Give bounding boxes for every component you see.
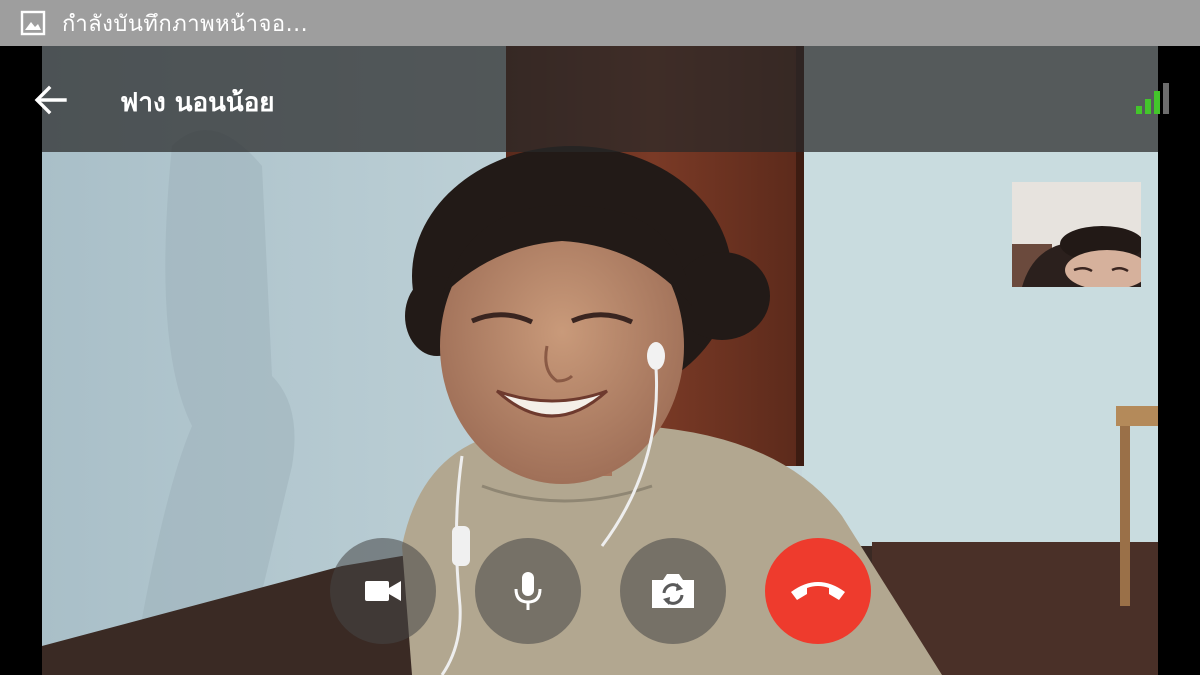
back-button[interactable] xyxy=(28,80,72,120)
phone-hangup-icon xyxy=(791,582,845,600)
image-icon xyxy=(20,10,46,36)
arrow-back-icon xyxy=(34,85,67,115)
mute-button[interactable] xyxy=(475,538,581,644)
videocam-icon xyxy=(365,581,401,601)
video-call-screen: กำลังบันทึกภาพหน้าจอ... ฟาง นอนน้อย xyxy=(0,0,1200,675)
contact-name: ฟาง นอนน้อย xyxy=(120,88,275,118)
camera-toggle-button[interactable] xyxy=(330,538,436,644)
end-call-button[interactable] xyxy=(765,538,871,644)
self-video-preview[interactable] xyxy=(1012,182,1141,287)
call-controls xyxy=(0,538,1200,644)
self-preview-image xyxy=(1012,182,1141,287)
camera-switch-icon xyxy=(652,574,694,608)
call-header: ฟาง นอนน้อย xyxy=(0,46,1200,152)
switch-camera-button[interactable] xyxy=(620,538,726,644)
microphone-icon xyxy=(514,572,542,610)
screenshot-status-text: กำลังบันทึกภาพหน้าจอ... xyxy=(62,11,309,37)
notification-bar: กำลังบันทึกภาพหน้าจอ... xyxy=(0,0,1200,46)
signal-strength-icon xyxy=(1136,83,1169,114)
